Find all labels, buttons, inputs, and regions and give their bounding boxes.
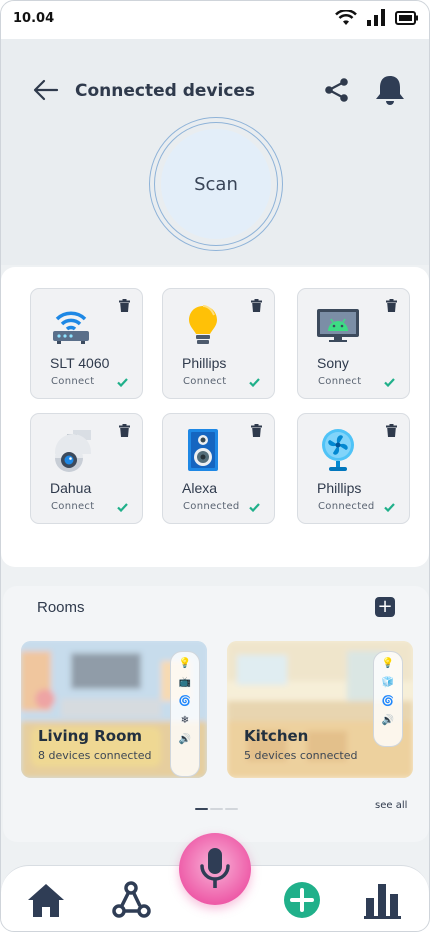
device-status: Connected: [183, 501, 240, 512]
home-icon[interactable]: [26, 880, 66, 920]
check-icon: [249, 378, 260, 387]
device-name: Sony: [317, 355, 349, 371]
device-name: Dahua: [50, 480, 92, 496]
add-room-button[interactable]: +: [375, 597, 395, 617]
rooms-panel: Rooms + 💡 📺 🌀 ❄ 🔊 Living Room 8 devices …: [3, 586, 429, 842]
ac-icon: ❄: [180, 715, 190, 726]
bulb-icon: [189, 305, 217, 344]
trash-icon[interactable]: [251, 424, 262, 437]
router-icon: [53, 311, 89, 344]
device-name: SLT 4060: [50, 355, 110, 371]
room-card-kitchen[interactable]: 💡 🧊 🌀 🔊 Kitchen 5 devices connected: [227, 641, 413, 778]
app-frame: 10.04 Connected devices Scan SLT 4060 Co…: [0, 0, 430, 932]
room-device-strip: 💡 📺 🌀 ❄ 🔊: [170, 651, 200, 777]
trash-icon[interactable]: [119, 424, 130, 437]
speaker-icon: 🔊: [381, 715, 395, 726]
status-icons: [335, 9, 419, 26]
room-device-count: 5 devices connected: [244, 749, 358, 762]
check-icon: [117, 378, 128, 387]
speaker-icon: [188, 429, 218, 471]
add-icon[interactable]: [282, 880, 322, 920]
check-icon: [384, 378, 395, 387]
device-card[interactable]: Dahua Connect: [30, 413, 143, 524]
security-camera-icon: [55, 430, 91, 472]
check-icon: [249, 503, 260, 512]
fridge-icon: 🧊: [381, 677, 395, 688]
status-time: 10.04: [13, 11, 55, 26]
trash-icon[interactable]: [119, 299, 130, 312]
devices-panel: SLT 4060 Connect Phillips Connect Sony C…: [1, 267, 429, 567]
bell-icon[interactable]: [373, 74, 407, 106]
see-all-link[interactable]: see all: [375, 800, 407, 811]
device-name: Phillips: [317, 480, 362, 496]
tv-icon: 📺: [178, 677, 192, 688]
device-status: Connect: [51, 501, 95, 512]
room-card-living-room[interactable]: 💡 📺 🌀 ❄ 🔊 Living Room 8 devices connecte…: [21, 641, 207, 778]
battery-icon: [395, 10, 418, 25]
page-title: Connected devices: [75, 81, 256, 101]
check-icon: [117, 503, 128, 512]
header: Connected devices Scan: [1, 39, 429, 265]
room-device-count: 8 devices connected: [38, 749, 152, 762]
device-status: Connect: [183, 376, 227, 387]
voice-mic-button[interactable]: [179, 833, 251, 905]
device-card[interactable]: Phillips Connected: [297, 413, 410, 524]
android-tv-icon: [317, 309, 359, 342]
mic-icon: [200, 848, 230, 888]
fan-icon: 🌀: [178, 696, 192, 707]
fan-icon: [322, 429, 354, 471]
page-dot[interactable]: [210, 808, 223, 810]
device-status: Connect: [318, 376, 362, 387]
device-status: Connect: [51, 376, 95, 387]
device-status: Connected: [318, 501, 375, 512]
share-icon[interactable]: [324, 77, 350, 103]
status-bar: 10.04: [1, 1, 429, 39]
trash-icon[interactable]: [386, 299, 397, 312]
fan-icon: 🌀: [381, 696, 395, 707]
bulb-icon: 💡: [381, 658, 395, 669]
carousel-pagination: [195, 808, 238, 810]
page-dot[interactable]: [225, 808, 238, 810]
bulb-icon: 💡: [178, 658, 192, 669]
device-name: Phillips: [182, 355, 227, 371]
wifi-icon: [335, 9, 357, 25]
scan-button[interactable]: Scan: [161, 129, 271, 239]
device-name: Alexa: [182, 480, 218, 496]
trash-icon[interactable]: [386, 424, 397, 437]
device-card[interactable]: SLT 4060 Connect: [30, 288, 143, 399]
page-dot-active[interactable]: [195, 808, 208, 810]
device-card[interactable]: Sony Connect: [297, 288, 410, 399]
back-arrow-icon[interactable]: [33, 79, 59, 101]
signal-icon: [367, 9, 385, 26]
room-device-strip: 💡 🧊 🌀 🔊: [373, 651, 403, 747]
speaker-icon: 🔊: [178, 734, 192, 745]
room-name: Kitchen: [244, 727, 309, 745]
room-name: Living Room: [38, 727, 143, 745]
trash-icon[interactable]: [251, 299, 262, 312]
device-card[interactable]: Alexa Connected: [162, 413, 275, 524]
check-icon: [384, 503, 395, 512]
stats-icon[interactable]: [363, 880, 403, 920]
device-card[interactable]: Phillips Connect: [162, 288, 275, 399]
network-icon[interactable]: [111, 880, 151, 920]
rooms-heading: Rooms: [37, 599, 85, 616]
